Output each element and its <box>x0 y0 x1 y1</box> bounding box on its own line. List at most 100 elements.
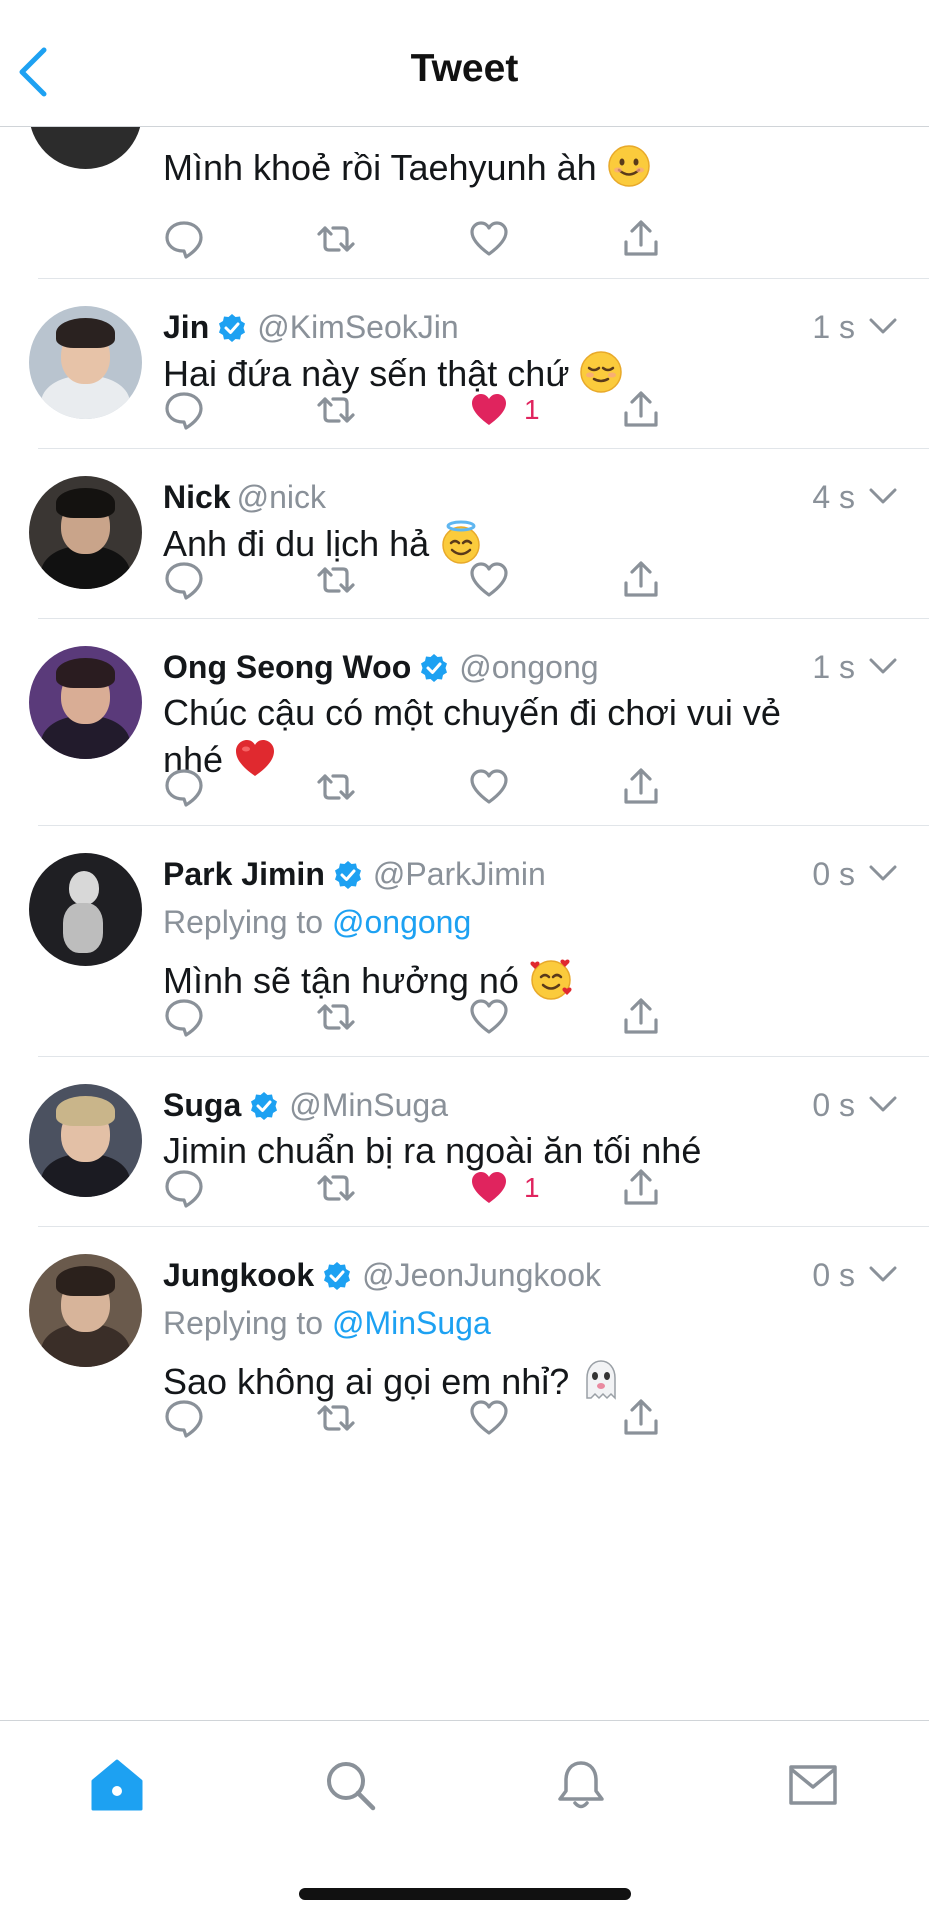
reply-icon <box>165 392 203 430</box>
share-button[interactable] <box>620 1163 662 1213</box>
chevron-down-icon[interactable] <box>867 861 899 885</box>
handle[interactable]: @MinSuga <box>289 1087 448 1123</box>
avatar[interactable] <box>29 1084 142 1197</box>
tweet[interactable]: Jin @KimSeokJin 1 s Hai đứa này sến thật … <box>29 279 929 449</box>
share-icon <box>624 998 658 1034</box>
retweet-button[interactable] <box>315 555 357 605</box>
display-name[interactable]: Nick <box>163 479 231 515</box>
slightly-smiling-face-emoji <box>607 145 650 187</box>
share-icon <box>624 391 658 427</box>
heart-outline-icon <box>470 769 508 804</box>
mail-icon <box>789 1765 837 1805</box>
like-count: 1 <box>524 1172 540 1203</box>
display-name[interactable]: Suga <box>163 1087 241 1123</box>
avatar[interactable] <box>29 476 142 589</box>
tweet[interactable]: Mình khoẻ rồi Taehyunh àh <box>29 126 929 279</box>
chevron-down-icon[interactable] <box>867 484 899 508</box>
retweet-button[interactable] <box>315 992 357 1042</box>
retweet-button[interactable] <box>315 1393 357 1443</box>
reply-icon <box>165 999 203 1037</box>
share-icon <box>624 220 658 256</box>
timestamp: 1 s <box>812 649 855 685</box>
tweet-actions <box>163 555 783 605</box>
handle[interactable]: @KimSeokJin <box>257 309 458 345</box>
verified-badge-icon <box>219 314 246 342</box>
share-icon <box>624 561 658 597</box>
heart-outline-icon <box>470 562 508 597</box>
handle[interactable]: @nick <box>237 479 326 515</box>
chevron-down-icon[interactable] <box>867 654 899 678</box>
retweet-button[interactable] <box>315 214 357 264</box>
reply-button[interactable] <box>163 762 205 812</box>
tweet[interactable]: Park Jimin @ParkJimin 0 s Replying to @on… <box>29 826 929 1057</box>
heart-outline-icon <box>470 221 508 256</box>
avatar[interactable] <box>29 306 142 419</box>
tweet-text-line: Chúc cậu có một chuyến đi chơi vui vẻ <box>163 692 781 733</box>
like-button[interactable] <box>468 1393 510 1443</box>
mention-link[interactable]: @MinSuga <box>332 1305 491 1341</box>
retweet-icon <box>317 1175 355 1201</box>
like-button[interactable] <box>468 555 510 605</box>
avatar[interactable] <box>29 126 142 169</box>
share-button[interactable] <box>620 992 662 1042</box>
tab-notifications[interactable] <box>551 1755 611 1815</box>
share-button[interactable] <box>620 555 662 605</box>
reply-button[interactable] <box>163 1163 205 1213</box>
tab-messages[interactable] <box>783 1755 843 1815</box>
avatar[interactable] <box>29 853 142 966</box>
tab-search[interactable] <box>320 1755 380 1815</box>
like-button[interactable] <box>468 762 510 812</box>
chevron-down-icon[interactable] <box>867 314 899 338</box>
chevron-down-icon[interactable] <box>867 1262 899 1286</box>
heart-filled-icon <box>472 394 506 425</box>
tweet[interactable]: Jungkook @JeonJungkook 0 s Replying to @M… <box>29 1227 929 1457</box>
reply-button[interactable] <box>163 555 205 605</box>
tweet-text: Mình khoẻ rồi Taehyunh àh <box>163 147 597 188</box>
like-count: 1 <box>524 394 540 425</box>
timestamp: 1 s <box>812 309 855 345</box>
like-button[interactable]: 1 <box>468 1163 540 1213</box>
handle[interactable]: @JeonJungkook <box>362 1257 601 1293</box>
share-button[interactable] <box>620 385 662 435</box>
chevron-down-icon[interactable] <box>867 1092 899 1116</box>
replying-to: Replying to @MinSuga <box>163 1302 899 1344</box>
like-button[interactable]: 1 <box>468 385 540 435</box>
handle[interactable]: @ParkJimin <box>373 856 546 892</box>
handle[interactable]: @ongong <box>459 649 598 685</box>
verified-badge-icon <box>421 654 448 682</box>
reply-icon <box>165 1400 203 1438</box>
share-button[interactable] <box>620 1393 662 1443</box>
tweet[interactable]: Nick @nick 4 s Anh đi du lịch hả <box>29 449 929 619</box>
tweet[interactable]: Suga @MinSuga 0 s Jimin chuẩn bị ra ngoài… <box>29 1057 929 1227</box>
reply-button[interactable] <box>163 992 205 1042</box>
display-name[interactable]: Ong Seong Woo <box>163 649 411 685</box>
retweet-button[interactable] <box>315 762 357 812</box>
tweet-actions: 1 <box>163 1163 783 1213</box>
avatar[interactable] <box>29 1254 142 1367</box>
mention-link[interactable]: @ongong <box>332 904 471 940</box>
retweet-button[interactable] <box>315 385 357 435</box>
reply-icon <box>165 769 203 807</box>
tweet-actions <box>163 1393 783 1443</box>
heart-filled-icon <box>472 1172 506 1203</box>
share-button[interactable] <box>620 214 662 264</box>
like-button[interactable] <box>468 214 510 264</box>
replies-feed[interactable]: Mình khoẻ rồi Taehyunh àh Jin @KimSeokJin… <box>0 126 929 1720</box>
tweet[interactable]: Ong Seong Woo @ongong 1 s Chúc cậu có một… <box>29 619 929 826</box>
reply-button[interactable] <box>163 214 205 264</box>
retweet-button[interactable] <box>315 1163 357 1213</box>
reply-button[interactable] <box>163 1393 205 1443</box>
like-button[interactable] <box>468 992 510 1042</box>
reply-button[interactable] <box>163 385 205 435</box>
display-name[interactable]: Park Jimin <box>163 856 325 892</box>
tweet-actions <box>163 762 783 812</box>
display-name[interactable]: Jin <box>163 309 209 345</box>
avatar[interactable] <box>29 646 142 759</box>
display-name[interactable]: Jungkook <box>163 1257 314 1293</box>
share-button[interactable] <box>620 762 662 812</box>
retweet-icon <box>317 1004 355 1030</box>
tab-home[interactable] <box>87 1755 147 1815</box>
tweet-actions: 1 <box>163 385 783 435</box>
verified-badge-icon <box>324 1262 351 1290</box>
home-indicator[interactable] <box>299 1888 631 1900</box>
